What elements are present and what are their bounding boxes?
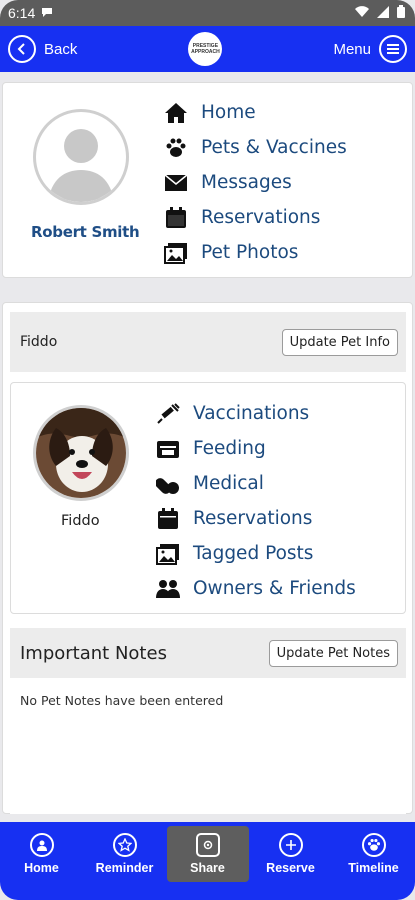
status-bar: 6:14	[0, 0, 415, 26]
pet-profile-card: Fiddo Vaccinations Feeding Medical Reser…	[10, 382, 406, 614]
nav-item-owners-friends[interactable]: Owners & Friends	[155, 571, 356, 606]
envelope-icon	[163, 171, 189, 195]
calendar-icon	[155, 507, 181, 531]
chevron-left-icon	[8, 35, 36, 63]
syringe-icon	[155, 402, 181, 426]
pills-icon	[155, 472, 181, 496]
notes-title: Important Notes	[20, 642, 167, 664]
photos-icon	[163, 241, 189, 265]
person-silhouette-icon	[48, 129, 114, 202]
signal-icon	[377, 5, 389, 21]
pet-bar-name: Fiddo	[20, 334, 58, 350]
bottom-nav-timeline[interactable]: Timeline	[333, 826, 415, 882]
bottom-nav-share[interactable]: Share	[166, 826, 249, 882]
app-header: Back PRESTIGE APPROACH Menu	[0, 26, 415, 72]
nav-item-messages[interactable]: Messages	[163, 165, 347, 200]
update-pet-notes-button[interactable]: Update Pet Notes	[268, 639, 398, 667]
camera-icon	[195, 833, 220, 857]
plus-icon	[278, 833, 303, 857]
home-icon	[163, 101, 189, 125]
pet-photo	[33, 405, 129, 501]
notes-header: Important Notes Update Pet Notes	[10, 628, 406, 678]
update-pet-info-button[interactable]: Update Pet Info	[281, 328, 398, 356]
nav-item-home[interactable]: Home	[163, 95, 347, 130]
star-icon	[112, 833, 137, 857]
photos-icon	[155, 542, 181, 566]
paw-icon	[163, 136, 189, 160]
calendar-icon	[163, 206, 189, 230]
pet-nav-list: Vaccinations Feeding Medical Reservation…	[155, 396, 356, 606]
feeding-icon	[155, 437, 181, 461]
owner-name: Robert Smith	[31, 223, 140, 241]
status-time: 6:14	[8, 5, 36, 21]
hamburger-menu-icon	[378, 35, 407, 63]
owner-avatar	[33, 109, 129, 205]
chat-notification-icon	[41, 5, 53, 21]
paw-circle-icon	[361, 833, 386, 857]
nav-item-vaccinations[interactable]: Vaccinations	[155, 396, 356, 431]
home-circle-icon	[29, 833, 54, 857]
menu-label: Menu	[333, 40, 371, 58]
nav-item-tagged-posts[interactable]: Tagged Posts	[155, 536, 356, 571]
nav-item-pet-reservations[interactable]: Reservations	[155, 501, 356, 536]
wifi-icon	[355, 5, 369, 21]
battery-icon	[397, 5, 405, 21]
back-label: Back	[44, 40, 78, 58]
menu-button[interactable]: Menu	[333, 35, 407, 63]
notes-empty-text: No Pet Notes have been entered	[20, 693, 224, 708]
bottom-nav-home[interactable]: Home	[1, 826, 83, 882]
pet-bar: Fiddo Update Pet Info	[10, 312, 406, 372]
nav-item-reservations[interactable]: Reservations	[163, 200, 347, 235]
bottom-nav: Home Reminder Share Reserve Timeline	[0, 822, 415, 900]
bottom-nav-reminder[interactable]: Reminder	[84, 826, 166, 882]
dog-photo-image	[36, 408, 126, 498]
owner-nav-list: Home Pets & Vaccines Messages Reservatio…	[163, 95, 347, 270]
nav-item-pets-vaccines[interactable]: Pets & Vaccines	[163, 130, 347, 165]
back-button[interactable]: Back	[8, 35, 77, 63]
pet-name: Fiddo	[61, 513, 100, 529]
nav-item-medical[interactable]: Medical	[155, 466, 356, 501]
app-logo: PRESTIGE APPROACH	[188, 32, 223, 66]
nav-item-pet-photos[interactable]: Pet Photos	[163, 235, 347, 270]
owner-card: Robert Smith Home Pets & Vaccines Messag…	[2, 82, 413, 278]
nav-item-feeding[interactable]: Feeding	[155, 431, 356, 466]
notes-body: No Pet Notes have been entered	[10, 678, 406, 814]
bottom-nav-reserve[interactable]: Reserve	[250, 826, 332, 882]
users-icon	[155, 577, 181, 601]
